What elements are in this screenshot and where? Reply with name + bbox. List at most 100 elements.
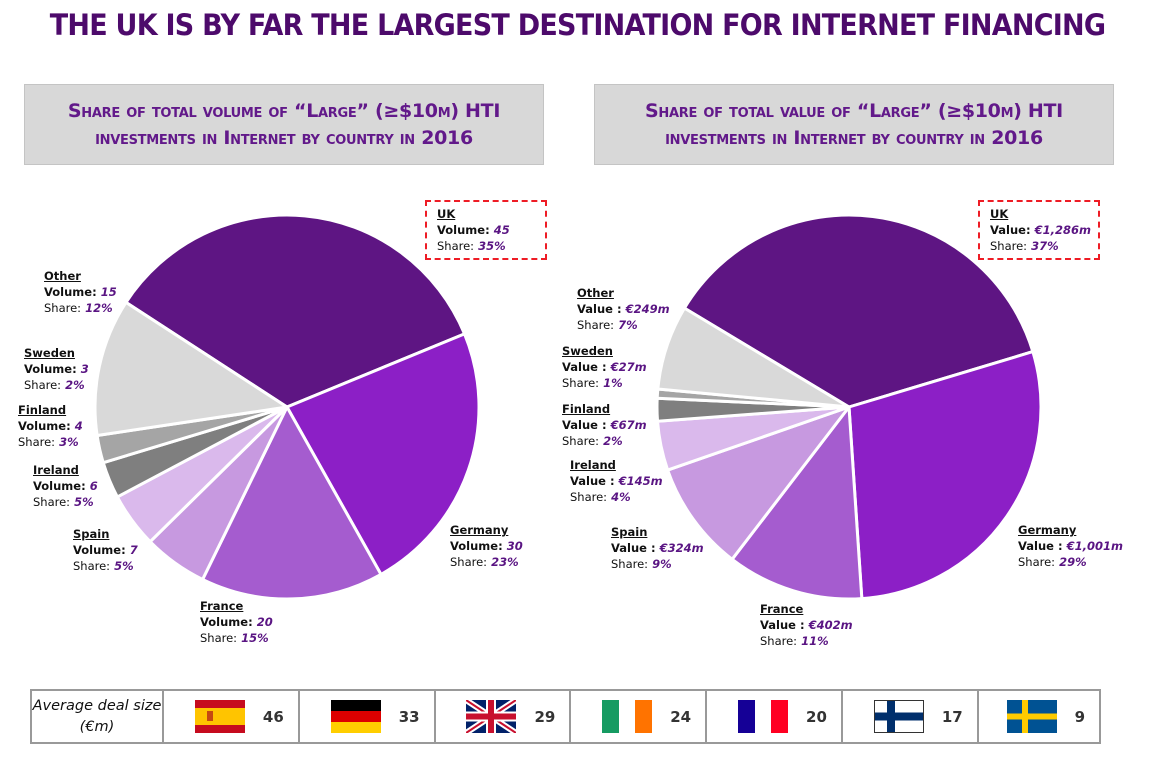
slice-value: 15	[100, 285, 117, 299]
value-label-spain: Spain Value : €324m Share: 9%	[611, 524, 704, 572]
ireland-flag-icon	[602, 700, 653, 733]
deal-size-cell-germany: 33	[297, 689, 436, 744]
share-key: Share:	[437, 239, 475, 253]
slice-value: €1,286m	[1034, 223, 1091, 237]
value-key: Volume:	[437, 223, 490, 237]
value-label-finland: Finland Value : €67m Share: 2%	[562, 401, 647, 449]
france-flag-icon	[738, 700, 789, 733]
share-key: Share:	[18, 435, 56, 449]
slice-name: Spain	[611, 525, 648, 539]
deal-size-value: 20	[806, 707, 827, 726]
share-key: Share:	[760, 634, 798, 648]
share-key: Share:	[1018, 555, 1056, 569]
average-deal-size-table: Average deal size (€m) 46 33 29 24 20 17 9	[30, 689, 1102, 744]
slice-name: Ireland	[33, 463, 79, 477]
volume-label-germany: Germany Volume: 30 Share: 23%	[450, 522, 523, 570]
slice-share-row: Share: 3%	[18, 434, 83, 450]
slice-name: UK	[437, 207, 456, 221]
volume-label-spain: Spain Volume: 7 Share: 5%	[73, 526, 138, 574]
slice-value-row: Volume: 20	[200, 614, 273, 630]
share-key: Share:	[33, 495, 71, 509]
share-key: Share:	[611, 557, 649, 571]
slice-share: 7%	[618, 318, 638, 332]
slice-name: Ireland	[570, 458, 616, 472]
deal-size-value: 29	[534, 707, 556, 726]
volume-label-france: France Volume: 20 Share: 15%	[200, 598, 273, 646]
share-key: Share:	[73, 559, 111, 573]
slice-share-row: Share: 23%	[450, 554, 523, 570]
deal-size-cell-ireland: 24	[569, 689, 708, 744]
slice-name: Other	[577, 286, 614, 300]
slice-name: Germany	[1018, 523, 1077, 537]
deal-size-cell-content: 46	[164, 700, 298, 733]
slice-value: €324m	[659, 541, 704, 555]
slice-name: UK	[990, 207, 1009, 221]
slice-name: Spain	[73, 527, 110, 541]
slice-share: 2%	[65, 378, 85, 392]
volume-label-finland: Finland Volume: 4 Share: 3%	[18, 402, 83, 450]
slice-share-row: Share: 9%	[611, 556, 704, 572]
slice-value-row: Value : €27m	[562, 359, 647, 375]
slice-value: €145m	[618, 474, 663, 488]
slice-share: 29%	[1059, 555, 1087, 569]
deal-size-cell-finland: 17	[840, 689, 979, 744]
slice-value-row: Volume: 15	[44, 284, 117, 300]
slice-value-row: Volume: 45	[437, 222, 537, 238]
deal-size-row: Average deal size (€m) 46 33 29 24 20 17 9	[30, 689, 1102, 744]
slice-share: 5%	[74, 495, 94, 509]
deal-size-value: 24	[670, 707, 692, 726]
deal-size-value: 9	[1074, 707, 1085, 726]
slice-value-row: Value : €145m	[570, 473, 663, 489]
slice-value: 6	[89, 479, 98, 493]
slice-value: €1,001m	[1066, 539, 1123, 553]
slice-value: 30	[506, 539, 523, 553]
slice-share-row: Share: 4%	[570, 489, 663, 505]
share-key: Share:	[24, 378, 62, 392]
slice-value: €249m	[625, 302, 670, 316]
share-key: Share:	[450, 555, 488, 569]
slice-value-row: Value : €402m	[760, 617, 853, 633]
share-key: Share:	[200, 631, 238, 645]
value-key: Value :	[611, 541, 656, 555]
value-key: Value :	[562, 418, 607, 432]
slice-value-row: Volume: 30	[450, 538, 523, 554]
value-key: Volume:	[33, 479, 86, 493]
deal-size-cell-content: 17	[843, 700, 977, 733]
slice-share-row: Share: 7%	[577, 317, 670, 333]
value-label-ireland: Ireland Value : €145m Share: 4%	[570, 457, 663, 505]
slice-share-row: Share: 11%	[760, 633, 853, 649]
value-key: Value :	[1018, 539, 1063, 553]
germany-flag-icon	[330, 700, 381, 733]
slice-value: €67m	[610, 418, 647, 432]
value-key: Volume:	[44, 285, 97, 299]
slice-share-row: Share: 35%	[437, 238, 537, 254]
finland-flag-icon	[873, 700, 924, 733]
value-key: Volume:	[200, 615, 253, 629]
value-key: Value :	[570, 474, 615, 488]
slice-share-row: Share: 1%	[562, 375, 647, 391]
slice-share: 23%	[491, 555, 519, 569]
share-key: Share:	[562, 376, 600, 390]
slice-value-row: Value : €1,001m	[1018, 538, 1123, 554]
slice-name: Finland	[18, 403, 67, 417]
deal-size-cell-uk: 29	[433, 689, 572, 744]
slice-share: 4%	[611, 490, 631, 504]
value-key: Value :	[562, 360, 607, 374]
deal-size-value: 46	[262, 707, 284, 726]
slice-name: France	[200, 599, 244, 613]
deal-size-cell-content: 9	[979, 700, 1099, 733]
slice-value-row: Value : €67m	[562, 417, 647, 433]
slice-value-row: Value : €324m	[611, 540, 704, 556]
slice-value: 7	[129, 543, 138, 557]
volume-label-uk: UK Volume: 45 Share: 35%	[425, 200, 547, 260]
slice-name: Other	[44, 269, 81, 283]
deal-size-cell-content: 29	[436, 697, 570, 736]
slice-share: 1%	[603, 376, 623, 390]
volume-label-ireland: Ireland Volume: 6 Share: 5%	[33, 462, 98, 510]
value-label-germany: Germany Value : €1,001m Share: 29%	[1018, 522, 1123, 570]
slice-value: 45	[493, 223, 510, 237]
value-key: Value :	[577, 302, 622, 316]
sweden-flag-icon	[1006, 700, 1057, 733]
slice-value: €402m	[808, 618, 853, 632]
slice-value: 3	[80, 362, 89, 376]
